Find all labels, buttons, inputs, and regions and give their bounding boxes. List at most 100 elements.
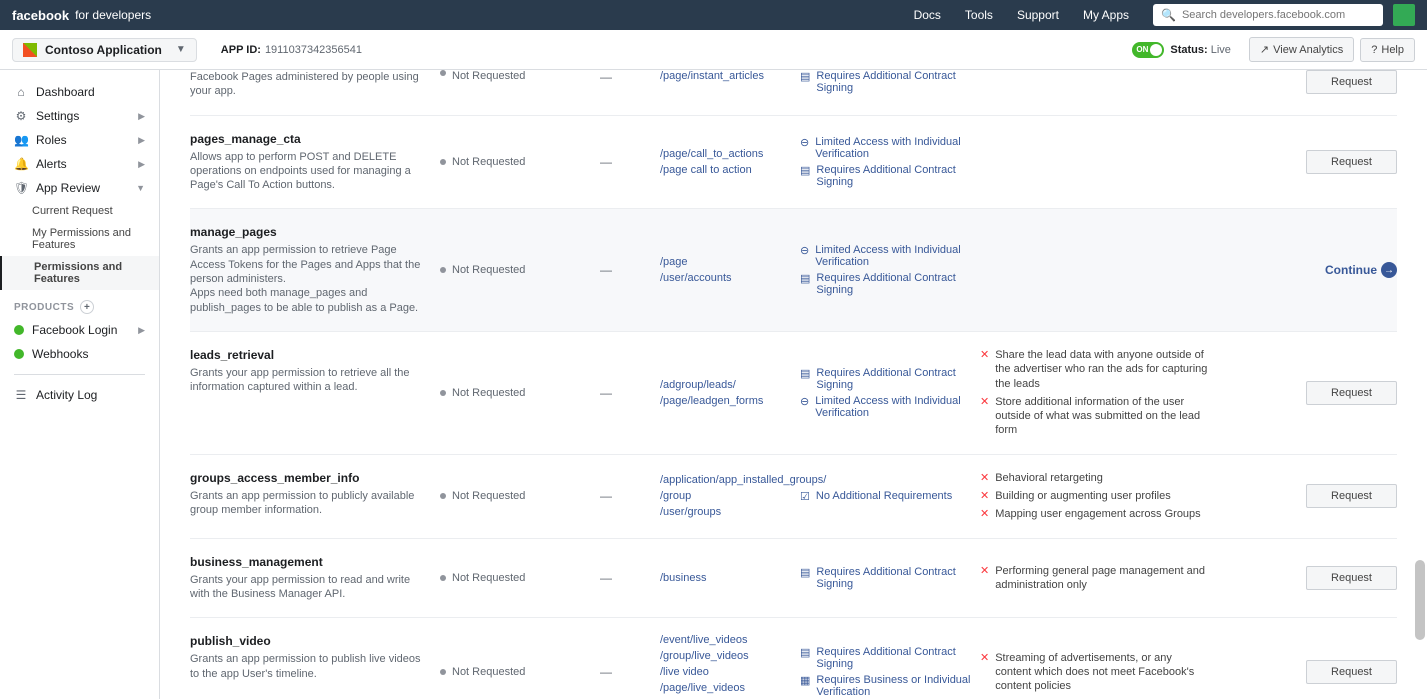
api-link[interactable]: /business [660, 572, 800, 584]
continue-button[interactable]: Continue → [1325, 262, 1397, 278]
briefcase-icon: ▦ [800, 674, 810, 687]
api-link[interactable]: /user/groups [660, 506, 800, 518]
sidebar-item-roles[interactable]: 👥Roles▶ [0, 128, 159, 152]
request-button[interactable]: Request [1306, 484, 1397, 508]
status-text: Not Requested [452, 70, 525, 82]
document-icon: ▤ [800, 164, 810, 177]
check-icon [14, 349, 24, 359]
chevron-right-icon: ▶ [138, 111, 145, 122]
brand-text: facebook [12, 8, 69, 23]
api-link[interactable]: /page/live_videos [660, 682, 800, 694]
x-icon: ✕ [980, 471, 989, 485]
chevron-right-icon: ▶ [138, 325, 145, 336]
api-link[interactable]: /page/call_to_actions [660, 148, 800, 160]
permission-title: leads_retrieval [190, 348, 430, 362]
api-link[interactable]: /live video [660, 666, 800, 678]
permission-title: manage_pages [190, 225, 430, 239]
permission-title: pages_manage_cta [190, 132, 430, 146]
shield-icon: 🛡 [14, 181, 28, 195]
x-icon: ✕ [980, 348, 989, 362]
sidebar-item-activity-log[interactable]: ☰Activity Log [0, 383, 159, 407]
document-icon: ▤ [800, 367, 810, 380]
home-icon: ⌂ [14, 85, 28, 99]
api-link[interactable]: /adgroup/leads/ [660, 379, 800, 391]
api-link[interactable]: /page/instant_articles [660, 70, 800, 82]
avatar[interactable] [1393, 4, 1415, 26]
document-icon: ▤ [800, 566, 810, 579]
nav-myapps[interactable]: My Apps [1083, 8, 1129, 22]
status-text: Not Requested [452, 490, 525, 502]
add-product-button[interactable]: + [80, 300, 94, 314]
request-button[interactable]: Request [1306, 381, 1397, 405]
sidebar-product-facebook-login[interactable]: Facebook Login▶ [0, 318, 159, 342]
sidebar-item-alerts[interactable]: 🔔Alerts▶ [0, 152, 159, 176]
dash: — [600, 555, 660, 602]
sidebar-item-settings[interactable]: ⚙Settings▶ [0, 104, 159, 128]
status-text: Not Requested [452, 387, 525, 399]
permission-title: groups_access_member_info [190, 471, 430, 485]
x-icon: ✕ [980, 651, 989, 665]
minus-circle-icon: ⊖ [800, 244, 809, 257]
sidebar-product-webhooks[interactable]: Webhooks [0, 342, 159, 366]
nav-support[interactable]: Support [1017, 8, 1059, 22]
sidebar-section-products: PRODUCTS+ [0, 290, 159, 318]
request-button[interactable]: Request [1306, 660, 1397, 684]
sidebar-subitem-permissions[interactable]: Permissions and Features [0, 256, 159, 290]
chevron-right-icon: ▶ [138, 135, 145, 146]
api-link[interactable]: /page [660, 256, 800, 268]
sidebar-subitem-my-permissions[interactable]: My Permissions and Features [0, 222, 159, 256]
api-link[interactable]: /page call to action [660, 164, 800, 176]
logo[interactable]: facebook for developers [12, 8, 151, 23]
dash: — [600, 471, 660, 522]
check-box-icon: ☑ [800, 490, 810, 503]
sidebar-item-dashboard[interactable]: ⌂Dashboard [0, 80, 159, 104]
app-selector[interactable]: Contoso Application ▼ [12, 38, 197, 62]
api-link[interactable]: /user/accounts [660, 272, 800, 284]
request-button[interactable]: Request [1306, 70, 1397, 94]
status-label: Status: Live [1170, 44, 1231, 56]
nav-tools[interactable]: Tools [965, 8, 993, 22]
nav-docs[interactable]: Docs [914, 8, 941, 22]
analytics-icon: ↗ [1260, 43, 1269, 56]
sidebar-item-app-review[interactable]: 🛡App Review▼ [0, 176, 159, 200]
request-button[interactable]: Request [1306, 150, 1397, 174]
dash: — [600, 132, 660, 193]
permissions-table: Facebook Pages administered by people us… [160, 70, 1427, 699]
chevron-right-icon: ▶ [138, 159, 145, 170]
list-icon: ☰ [14, 388, 28, 402]
status-text: Not Requested [452, 666, 525, 678]
api-link[interactable]: /group [660, 490, 800, 502]
help-icon: ? [1371, 44, 1377, 56]
view-analytics-button[interactable]: ↗ View Analytics [1249, 37, 1354, 62]
chevron-down-icon: ▼ [136, 183, 145, 193]
api-link[interactable]: /group/live_videos [660, 650, 800, 662]
help-button[interactable]: ? Help [1360, 38, 1415, 62]
permission-desc: Facebook Pages administered by people us… [190, 70, 430, 99]
gear-icon: ⚙ [14, 109, 28, 123]
search-box[interactable]: 🔍 [1153, 4, 1383, 26]
people-icon: 👥 [14, 133, 28, 147]
status-toggle[interactable]: ON [1132, 42, 1164, 58]
app-id: APP ID:1911037342356541 [221, 44, 362, 56]
permission-desc: Allows app to perform POST and DELETE op… [190, 150, 430, 193]
api-link[interactable]: /event/live_videos [660, 634, 800, 646]
api-link[interactable]: /application/app_installed_groups/ [660, 474, 800, 486]
minus-circle-icon: ⊖ [800, 136, 809, 149]
status-text: Not Requested [452, 156, 525, 168]
x-icon: ✕ [980, 507, 989, 521]
request-button[interactable]: Request [1306, 566, 1397, 590]
permission-desc: Grants an app permission to publish live… [190, 652, 430, 681]
dash: — [600, 70, 660, 84]
document-icon: ▤ [800, 272, 810, 285]
sidebar: ⌂Dashboard ⚙Settings▶ 👥Roles▶ 🔔Alerts▶ 🛡… [0, 70, 160, 699]
permission-desc: Grants an app permission to publicly ava… [190, 489, 430, 518]
brand-sub: for developers [75, 8, 151, 22]
document-icon: ▤ [800, 70, 810, 83]
sidebar-subitem-current-request[interactable]: Current Request [0, 200, 159, 222]
permission-title: business_management [190, 555, 430, 569]
search-input[interactable] [1182, 9, 1375, 21]
api-link[interactable]: /page/leadgen_forms [660, 395, 800, 407]
scrollbar-thumb[interactable] [1415, 560, 1425, 640]
dash: — [600, 348, 660, 438]
minus-circle-icon: ⊖ [800, 395, 809, 408]
